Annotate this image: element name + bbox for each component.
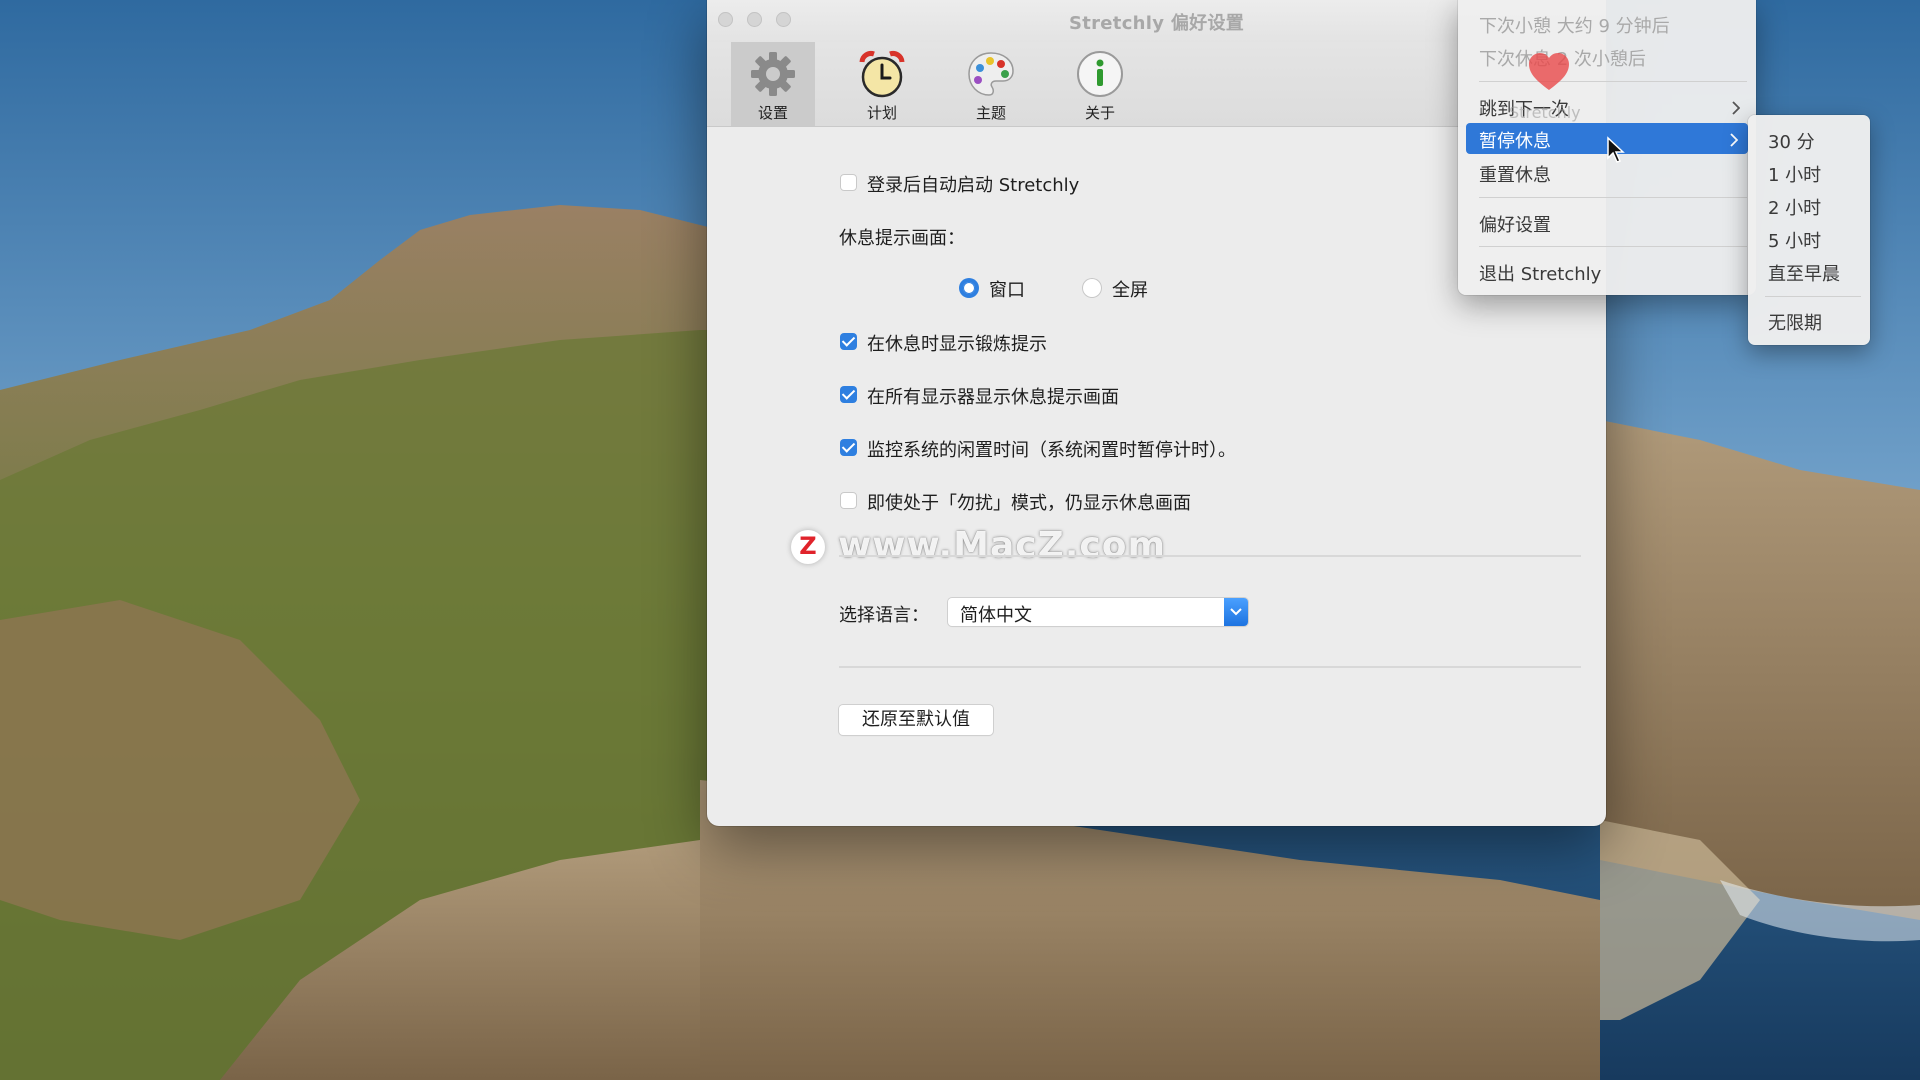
watermark-logo: Z [791,530,825,564]
tab-theme-label: 主题 [975,104,1006,122]
monitor-idle-label: 监控系统的闲置时间（系统闲置时暂停计时）。 [867,440,1236,461]
language-value: 简体中文 [960,605,1032,626]
mode-window-radio[interactable] [959,278,979,298]
menu-separator [1479,246,1747,247]
chevron-right-icon [1730,133,1738,147]
tab-settings-label: 设置 [757,104,788,122]
tab-schedule-label: 计划 [866,104,897,122]
ghost-text: Stretchly [1509,103,1581,122]
submenu-item-5h[interactable]: 5 小时 [1768,227,1821,253]
gear-icon [751,52,795,96]
menu-separator [1479,81,1747,82]
palette-icon [968,52,1014,96]
submenu-item-indefinite[interactable]: 无限期 [1768,309,1822,335]
autostart-label: 登录后自动启动 Stretchly [867,175,1080,196]
monitor-idle-checkbox[interactable] [840,439,857,456]
submenu-item-morning[interactable]: 直至早晨 [1768,260,1840,286]
menu-separator [1479,197,1747,198]
mode-fullscreen-label: 全屏 [1112,280,1148,301]
tab-theme[interactable]: 主题 [949,42,1033,126]
submenu-item-2h[interactable]: 2 小时 [1768,194,1821,220]
submenu-item-30min[interactable]: 30 分 [1768,128,1815,154]
chevron-right-icon [1732,101,1740,115]
tab-about-label: 关于 [1084,104,1115,122]
all-displays-checkbox[interactable] [840,386,857,403]
dnd-show-checkbox[interactable] [840,492,857,509]
mouse-cursor-icon [1607,136,1625,163]
alarm-clock-icon [859,51,905,98]
pause-submenu: 30 分 1 小时 2 小时 5 小时 直至早晨 无限期 [1748,115,1870,345]
chevron-down-icon [1230,608,1242,616]
heart-icon [1529,53,1569,90]
break-screen-label: 休息提示画面： [839,228,965,249]
menu-item-skip[interactable]: 跳到下一次 [1458,95,1756,121]
watermark-text: www.MacZ.com [838,525,1166,566]
language-label: 选择语言： [839,605,929,626]
tab-about[interactable]: 关于 [1058,42,1142,126]
autostart-checkbox[interactable] [840,174,857,191]
tab-schedule[interactable]: 计划 [840,42,924,126]
all-displays-label: 在所有显示器显示休息提示画面 [867,387,1119,408]
menu-separator [1765,296,1861,297]
divider [839,555,1581,557]
dnd-show-label: 即使处于「勿扰」模式，仍显示休息画面 [867,493,1191,514]
mode-window-label: 窗口 [989,280,1025,301]
tab-settings[interactable]: 设置 [731,42,815,126]
submenu-item-1h[interactable]: 1 小时 [1768,161,1821,187]
show-exercise-label: 在休息时显示锻炼提示 [867,334,1047,355]
reset-defaults-button[interactable]: 还原至默认值 [839,705,993,735]
show-exercise-checkbox[interactable] [840,333,857,350]
mode-fullscreen-radio[interactable] [1082,278,1102,298]
language-select[interactable]: 简体中文 [948,598,1248,626]
info-icon [1077,51,1123,97]
divider [839,666,1581,668]
select-arrow[interactable] [1224,598,1248,626]
